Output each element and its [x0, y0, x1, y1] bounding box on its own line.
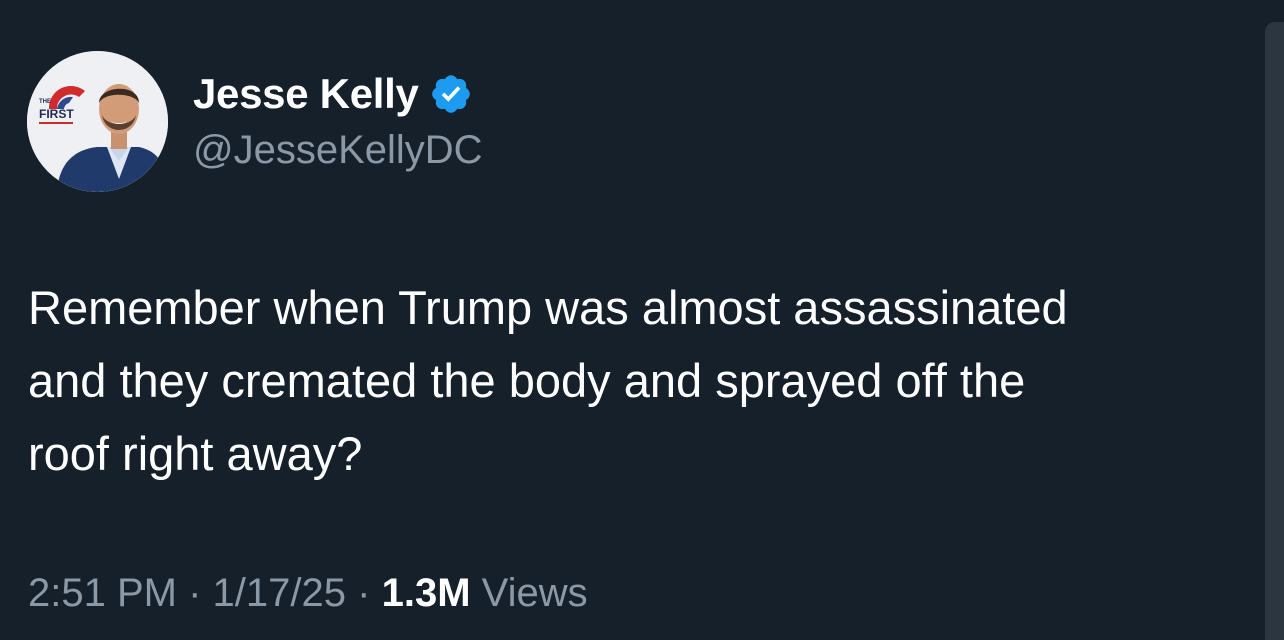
avatar-image: FIRST THE [27, 51, 168, 192]
tweet-time[interactable]: 2:51 PM [28, 571, 177, 615]
author-name-row[interactable]: Jesse Kelly [193, 66, 473, 122]
meta-separator: · [357, 571, 371, 615]
avatar-badge-text: FIRST [39, 107, 74, 121]
tweet-text: Remember when Trump was almost assassina… [28, 271, 1248, 490]
views-label[interactable]: Views [482, 571, 588, 615]
avatar[interactable]: FIRST THE [27, 51, 168, 192]
tweet-text-line: roof right away? [28, 427, 363, 480]
avatar-badge-small-text: THE [39, 99, 51, 105]
views-count[interactable]: 1.3M [382, 571, 471, 615]
verified-badge-icon[interactable] [429, 72, 473, 116]
tweet-date[interactable]: 1/17/25 [213, 571, 346, 615]
scrollbar[interactable] [1265, 22, 1284, 640]
meta-separator: · [188, 571, 202, 615]
display-name[interactable]: Jesse Kelly [193, 70, 419, 118]
author-handle[interactable]: @JesseKellyDC [193, 128, 483, 173]
tweet-text-line: and they cremated the body and sprayed o… [28, 354, 1026, 407]
tweet-card: FIRST THE Jesse Kelly @JesseKellyDC Reme… [0, 0, 1284, 640]
tweet-meta: 2:51 PM · 1/17/25 · 1.3M Views [28, 571, 588, 616]
tweet-text-line: Remember when Trump was almost assassina… [28, 281, 1068, 334]
